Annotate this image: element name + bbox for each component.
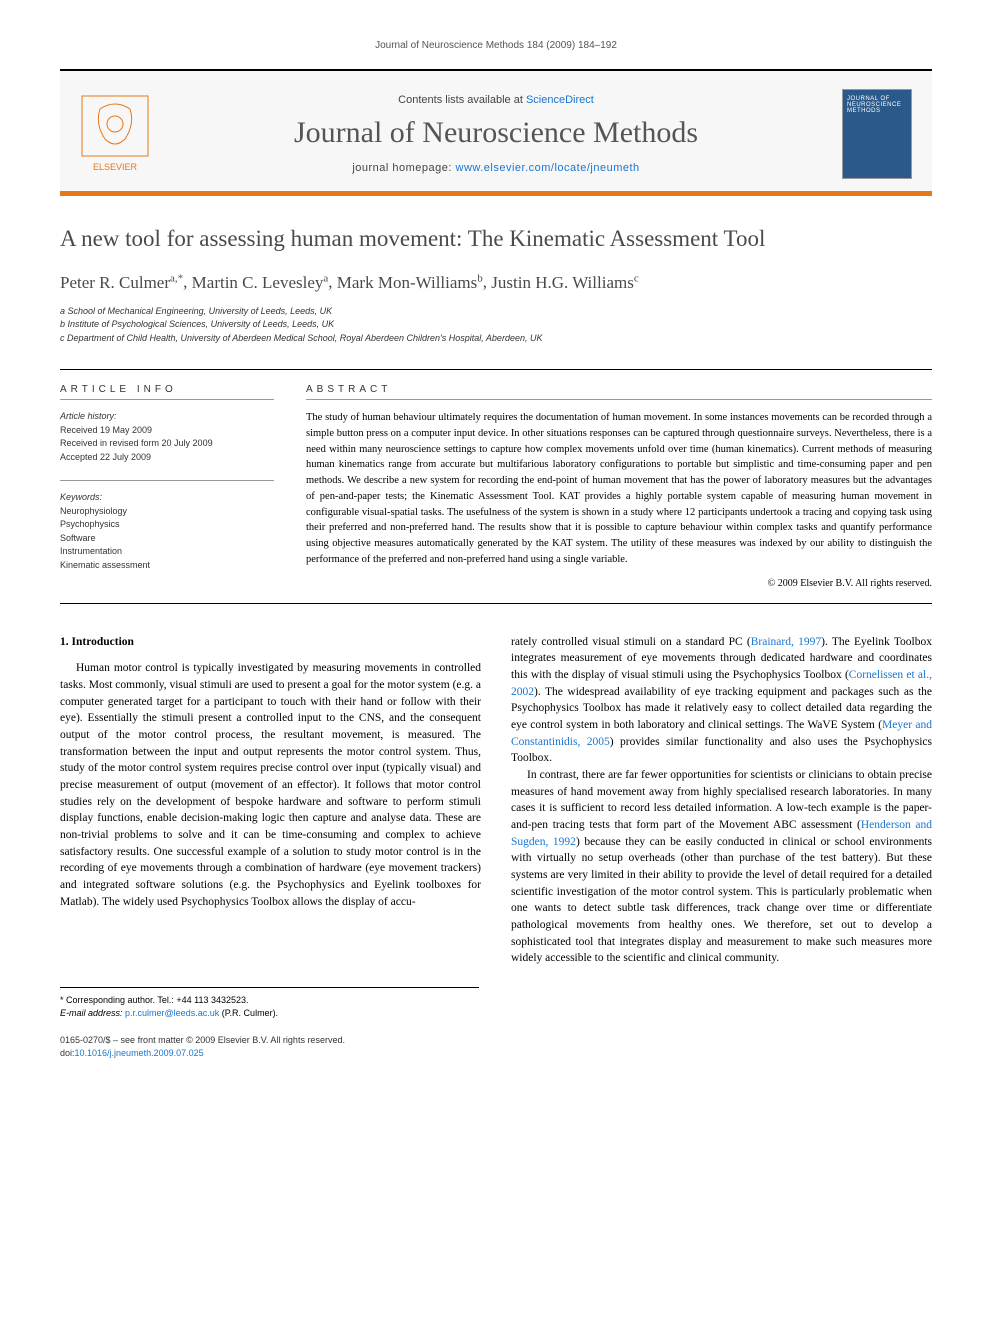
- keywords-label: Keywords:: [60, 491, 274, 505]
- svg-text:ELSEVIER: ELSEVIER: [93, 162, 138, 172]
- history-item: Received 19 May 2009: [60, 424, 274, 438]
- article-info-heading: ARTICLE INFO: [60, 384, 274, 400]
- history-item: Accepted 22 July 2009: [60, 451, 274, 465]
- author: Justin H.G. Williamsc: [491, 273, 638, 292]
- affiliation: c Department of Child Health, University…: [60, 332, 932, 346]
- abstract-heading: ABSTRACT: [306, 384, 932, 400]
- journal-homepage: journal homepage: www.elsevier.com/locat…: [170, 162, 822, 174]
- abstract: ABSTRACT The study of human behaviour ul…: [290, 370, 932, 603]
- article-info: ARTICLE INFO Article history: Received 1…: [60, 370, 290, 603]
- affiliation: a School of Mechanical Engineering, Univ…: [60, 305, 932, 319]
- article-title: A new tool for assessing human movement:…: [60, 226, 932, 252]
- running-header: Journal of Neuroscience Methods 184 (200…: [60, 40, 932, 51]
- keyword: Instrumentation: [60, 545, 274, 559]
- email-line: E-mail address: p.r.culmer@leeds.ac.uk (…: [60, 1007, 479, 1020]
- author: Mark Mon-Williamsb: [337, 273, 483, 292]
- sciencedirect-link[interactable]: ScienceDirect: [526, 94, 594, 106]
- corresponding-author: * Corresponding author. Tel.: +44 113 34…: [60, 994, 479, 1007]
- section-heading: 1. Introduction: [60, 634, 481, 651]
- body-column-left: 1. Introduction Human motor control is t…: [60, 634, 481, 967]
- body-paragraph: In contrast, there are far fewer opportu…: [511, 767, 932, 967]
- abstract-text: The study of human behaviour ultimately …: [306, 410, 932, 568]
- history-label: Article history:: [60, 410, 274, 424]
- author-list: Peter R. Culmera,*, Martin C. Levesleya,…: [60, 272, 932, 293]
- journal-header: ELSEVIER Contents lists available at Sci…: [60, 69, 932, 196]
- body-column-right: rately controlled visual stimuli on a st…: [511, 634, 932, 967]
- affiliation: b Institute of Psychological Sciences, U…: [60, 318, 932, 332]
- author: Peter R. Culmera,*: [60, 273, 183, 292]
- footer-meta: 0165-0270/$ – see front matter © 2009 El…: [60, 1034, 932, 1059]
- affiliations: a School of Mechanical Engineering, Univ…: [60, 305, 932, 346]
- citation-link[interactable]: Brainard, 1997: [751, 636, 821, 648]
- article-body: 1. Introduction Human motor control is t…: [60, 634, 932, 967]
- journal-title: Journal of Neuroscience Methods: [170, 116, 822, 150]
- body-paragraph: Human motor control is typically investi…: [60, 660, 481, 910]
- history-item: Received in revised form 20 July 2009: [60, 437, 274, 451]
- journal-cover-thumbnail: JOURNAL OF NEUROSCIENCE METHODS: [842, 89, 912, 179]
- doi-line: doi:10.1016/j.jneumeth.2009.07.025: [60, 1047, 932, 1060]
- keyword: Neurophysiology: [60, 505, 274, 519]
- abstract-copyright: © 2009 Elsevier B.V. All rights reserved…: [306, 578, 932, 589]
- author: Martin C. Levesleya: [192, 273, 329, 292]
- doi-link[interactable]: 10.1016/j.jneumeth.2009.07.025: [75, 1048, 204, 1058]
- email-link[interactable]: p.r.culmer@leeds.ac.uk: [125, 1008, 219, 1018]
- front-matter-line: 0165-0270/$ – see front matter © 2009 El…: [60, 1034, 932, 1047]
- keyword: Psychophysics: [60, 518, 274, 532]
- elsevier-logo-icon: ELSEVIER: [80, 94, 150, 174]
- keyword: Kinematic assessment: [60, 559, 274, 573]
- contents-available: Contents lists available at ScienceDirec…: [170, 94, 822, 106]
- footnotes: * Corresponding author. Tel.: +44 113 34…: [60, 987, 479, 1020]
- body-paragraph: rately controlled visual stimuli on a st…: [511, 634, 932, 767]
- homepage-link[interactable]: www.elsevier.com/locate/jneumeth: [456, 162, 640, 174]
- keyword: Software: [60, 532, 274, 546]
